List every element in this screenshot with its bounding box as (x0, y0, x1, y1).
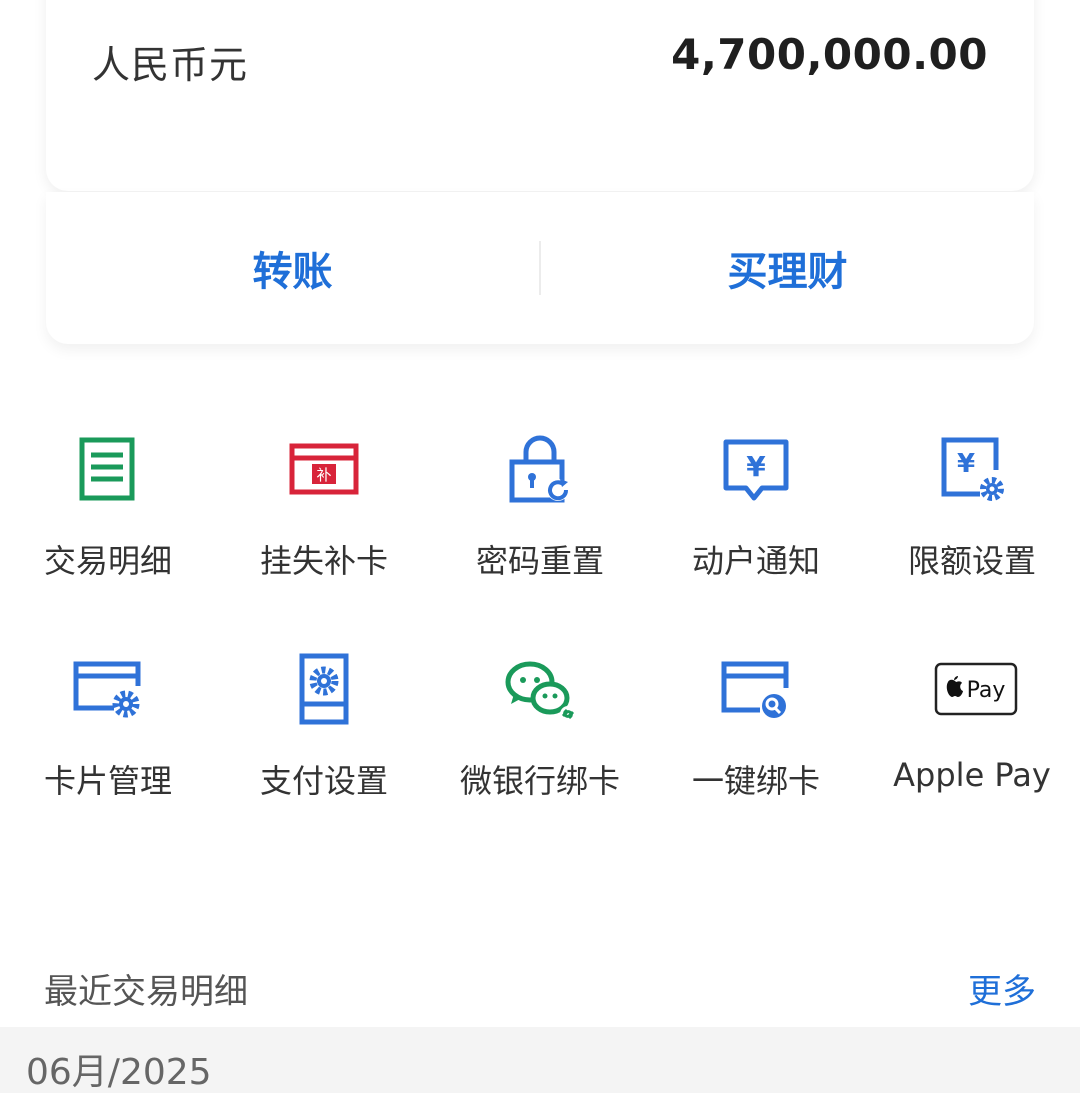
payment-settings-icon (286, 652, 362, 728)
service-label: 限额设置 (907, 542, 1036, 580)
card-replace-icon: 补 (286, 432, 362, 508)
account-detail-page: 人民币元 4,700,000.00 转账 买理财 交易明细 补 挂失补卡 密码重… (0, 0, 1080, 1093)
balance-amount: 4,700,000.00 (671, 30, 988, 79)
currency-label: 人民币元 (92, 43, 249, 87)
yuan-message-icon: ¥ (718, 432, 794, 508)
buy-wealth-button[interactable]: 买理财 (541, 239, 1034, 297)
service-label: 密码重置 (475, 542, 604, 580)
transfer-button[interactable]: 转账 (46, 239, 539, 297)
service-password-reset[interactable]: 密码重置 (432, 430, 648, 602)
service-label: 支付设置 (259, 762, 388, 800)
lock-reset-icon (502, 432, 578, 508)
service-apple-pay[interactable]: Pay Apple Pay (864, 650, 1080, 822)
recent-transactions-title: 最近交易明细 (44, 972, 248, 1012)
service-card-management[interactable]: 卡片管理 (0, 650, 216, 822)
card-quick-bind-icon (718, 652, 794, 728)
balance-card: 人民币元 4,700,000.00 (46, 0, 1034, 191)
month-header: 06月/2025 (0, 1027, 1080, 1093)
action-bar: 转账 买理财 (46, 192, 1034, 344)
service-limit-settings[interactable]: ¥ 限额设置 (864, 430, 1080, 602)
yuan-gear-icon: ¥ (934, 432, 1010, 508)
service-payment-settings[interactable]: 支付设置 (216, 650, 432, 822)
month-label: 06月/2025 (26, 1052, 212, 1093)
list-document-icon (70, 432, 146, 508)
service-label: Apple Pay (893, 756, 1051, 794)
service-quick-bind-card[interactable]: 一键绑卡 (648, 650, 864, 822)
apple-pay-icon: Pay (934, 652, 1018, 728)
svg-text:¥: ¥ (746, 450, 766, 483)
service-label: 交易明细 (43, 542, 172, 580)
svg-text:¥: ¥ (957, 449, 975, 479)
service-label: 卡片管理 (43, 762, 172, 800)
service-label: 挂失补卡 (259, 542, 388, 580)
service-grid: 交易明细 补 挂失补卡 密码重置 ¥ 动户通知 ¥ 限额设置 卡片管理 支付设置… (0, 430, 1080, 822)
service-activity-notice[interactable]: ¥ 动户通知 (648, 430, 864, 602)
more-link[interactable]: 更多 (968, 964, 1036, 1013)
service-label: 一键绑卡 (691, 762, 820, 800)
apple-pay-badge-text: Pay (967, 678, 1006, 703)
card-gear-icon (70, 652, 146, 728)
service-label: 动户通知 (691, 542, 820, 580)
svg-text:补: 补 (316, 466, 331, 484)
service-wechat-bind-card[interactable]: 微银行绑卡 (432, 650, 648, 822)
service-report-loss[interactable]: 补 挂失补卡 (216, 430, 432, 602)
service-transaction-details[interactable]: 交易明细 (0, 430, 216, 602)
wechat-link-icon (502, 652, 578, 728)
service-label: 微银行绑卡 (459, 762, 620, 800)
